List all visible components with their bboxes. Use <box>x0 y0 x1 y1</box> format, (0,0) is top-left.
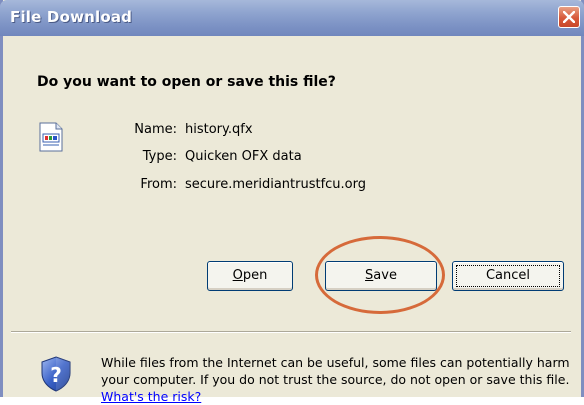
shield-question-icon: ? <box>41 356 71 392</box>
qfx-file-icon <box>39 122 63 152</box>
cancel-button[interactable]: Cancel <box>452 261 564 291</box>
type-value: Quicken OFX data <box>185 149 302 164</box>
type-label: Type: <box>142 149 177 164</box>
dialog-question: Do you want to open or save this file? <box>37 74 336 90</box>
divider <box>11 331 571 333</box>
security-warning: While files from the Internet can be use… <box>101 354 571 405</box>
warning-text: While files from the Internet can be use… <box>101 355 570 387</box>
close-button[interactable] <box>558 6 580 28</box>
name-value: history.qfx <box>185 122 253 137</box>
from-label: From: <box>140 177 177 192</box>
dialog-body: Do you want to open or save this file? N… <box>3 36 581 404</box>
file-download-dialog: File Download Do you want to open or sav… <box>0 0 584 404</box>
title-bar[interactable]: File Download <box>0 0 584 36</box>
name-label: Name: <box>134 122 177 137</box>
from-value: secure.meridiantrustfcu.org <box>185 177 367 192</box>
open-button[interactable]: Open <box>207 261 293 291</box>
save-button[interactable]: Save <box>325 261 437 291</box>
close-icon <box>563 11 575 23</box>
svg-text:?: ? <box>50 363 62 387</box>
window-title: File Download <box>10 8 133 26</box>
